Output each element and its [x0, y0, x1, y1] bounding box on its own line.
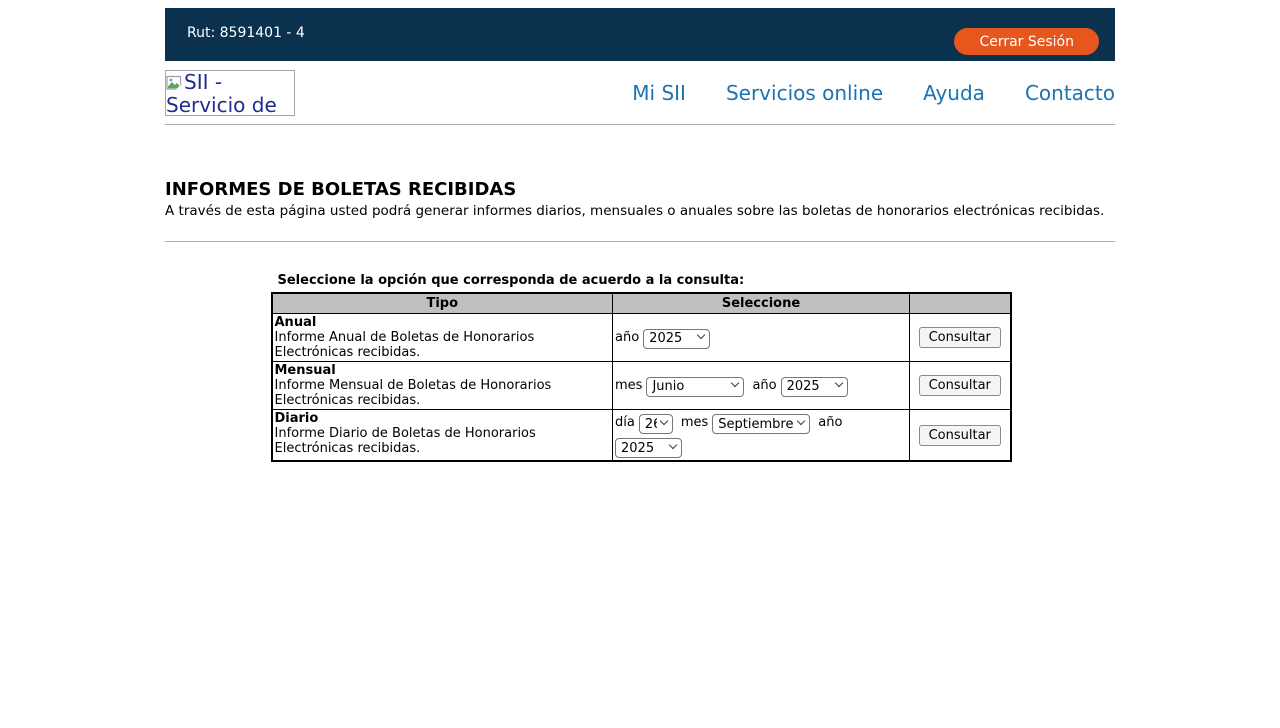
select-wrapper: 2025 [615, 437, 682, 457]
site-header: SII - Servicio de Mi SII Servicios onlin… [165, 61, 1115, 124]
content-divider [165, 241, 1115, 242]
consulta-section: Seleccione la opción que corresponda de … [271, 273, 1010, 462]
main-nav: Mi SII Servicios online Ayuda Contacto [632, 81, 1115, 105]
sii-logo[interactable]: SII - Servicio de [165, 70, 295, 116]
header-divider [165, 124, 1115, 125]
consultar-button-diario[interactable]: Consultar [919, 425, 1001, 446]
month-label: mes [615, 378, 642, 393]
table-row: MensualInforme Mensual de Boletas de Hon… [272, 362, 1011, 410]
select-wrapper: 2025 [781, 375, 848, 395]
report-type-label: Diario [275, 411, 319, 426]
page-title: INFORMES DE BOLETAS RECIBIDAS [165, 179, 1115, 200]
nav-servicios-online[interactable]: Servicios online [726, 81, 883, 105]
consultar-button-mensual[interactable]: Consultar [919, 375, 1001, 396]
rut-label: Rut: 8591401 - 4 [187, 25, 305, 41]
table-row: DiarioInforme Diario de Boletas de Honor… [272, 410, 1011, 462]
session-topbar: Rut: 8591401 - 4 Cerrar Sesión [165, 8, 1115, 61]
col-header-blank [910, 293, 1011, 314]
mensual-month-select[interactable]: Junio [646, 377, 744, 397]
year-label: año [752, 378, 776, 393]
select-wrapper: Septiembre [712, 413, 810, 433]
report-type-cell: DiarioInforme Diario de Boletas de Honor… [272, 410, 613, 462]
consultar-button-anual[interactable]: Consultar [919, 327, 1001, 348]
broken-image-icon [166, 75, 183, 92]
report-description: Informe Anual de Boletas de Honorarios E… [275, 330, 535, 360]
nav-ayuda[interactable]: Ayuda [923, 81, 985, 105]
year-label: año [615, 330, 639, 345]
page-subtitle: A través de esta página usted podrá gene… [165, 203, 1115, 220]
col-header-tipo: Tipo [272, 293, 613, 314]
diario-month-select[interactable]: Septiembre [712, 414, 810, 434]
logout-button[interactable]: Cerrar Sesión [954, 28, 1099, 55]
button-cell: Consultar [910, 314, 1011, 362]
table-caption: Seleccione la opción que corresponda de … [271, 273, 1010, 289]
diario-day-select[interactable]: 26 [639, 414, 673, 434]
report-type-label: Anual [275, 315, 317, 330]
nav-contacto[interactable]: Contacto [1025, 81, 1115, 105]
report-table-body: AnualInforme Anual de Boletas de Honorar… [272, 314, 1011, 462]
select-cell: año 2025 [613, 314, 910, 362]
col-header-seleccione: Seleccione [613, 293, 910, 314]
diario-year-select[interactable]: 2025 [615, 438, 682, 458]
report-table: Tipo Seleccione AnualInforme Anual de Bo… [271, 292, 1012, 462]
select-wrapper: Junio [646, 375, 744, 395]
report-description: Informe Mensual de Boletas de Honorarios… [275, 378, 552, 408]
button-cell: Consultar [910, 410, 1011, 462]
select-cell: día 26 mes Septiembre año 2025 [613, 410, 910, 462]
table-header-row: Tipo Seleccione [272, 293, 1011, 314]
anual-year-select[interactable]: 2025 [643, 329, 710, 349]
report-type-cell: AnualInforme Anual de Boletas de Honorar… [272, 314, 613, 362]
select-wrapper: 26 [639, 413, 673, 433]
report-description: Informe Diario de Boletas de Honorarios … [275, 426, 536, 456]
select-wrapper: 2025 [643, 327, 710, 347]
mensual-year-select[interactable]: 2025 [781, 377, 848, 397]
button-cell: Consultar [910, 362, 1011, 410]
select-cell: mes Junio año 2025 [613, 362, 910, 410]
report-type-label: Mensual [275, 363, 336, 378]
table-row: AnualInforme Anual de Boletas de Honorar… [272, 314, 1011, 362]
month-label: mes [681, 415, 708, 430]
day-label: día [615, 415, 635, 430]
report-type-cell: MensualInforme Mensual de Boletas de Hon… [272, 362, 613, 410]
year-label: año [818, 415, 842, 430]
nav-mi-sii[interactable]: Mi SII [632, 81, 686, 105]
page-container: Rut: 8591401 - 4 Cerrar Sesión SII - Ser… [165, 8, 1115, 462]
